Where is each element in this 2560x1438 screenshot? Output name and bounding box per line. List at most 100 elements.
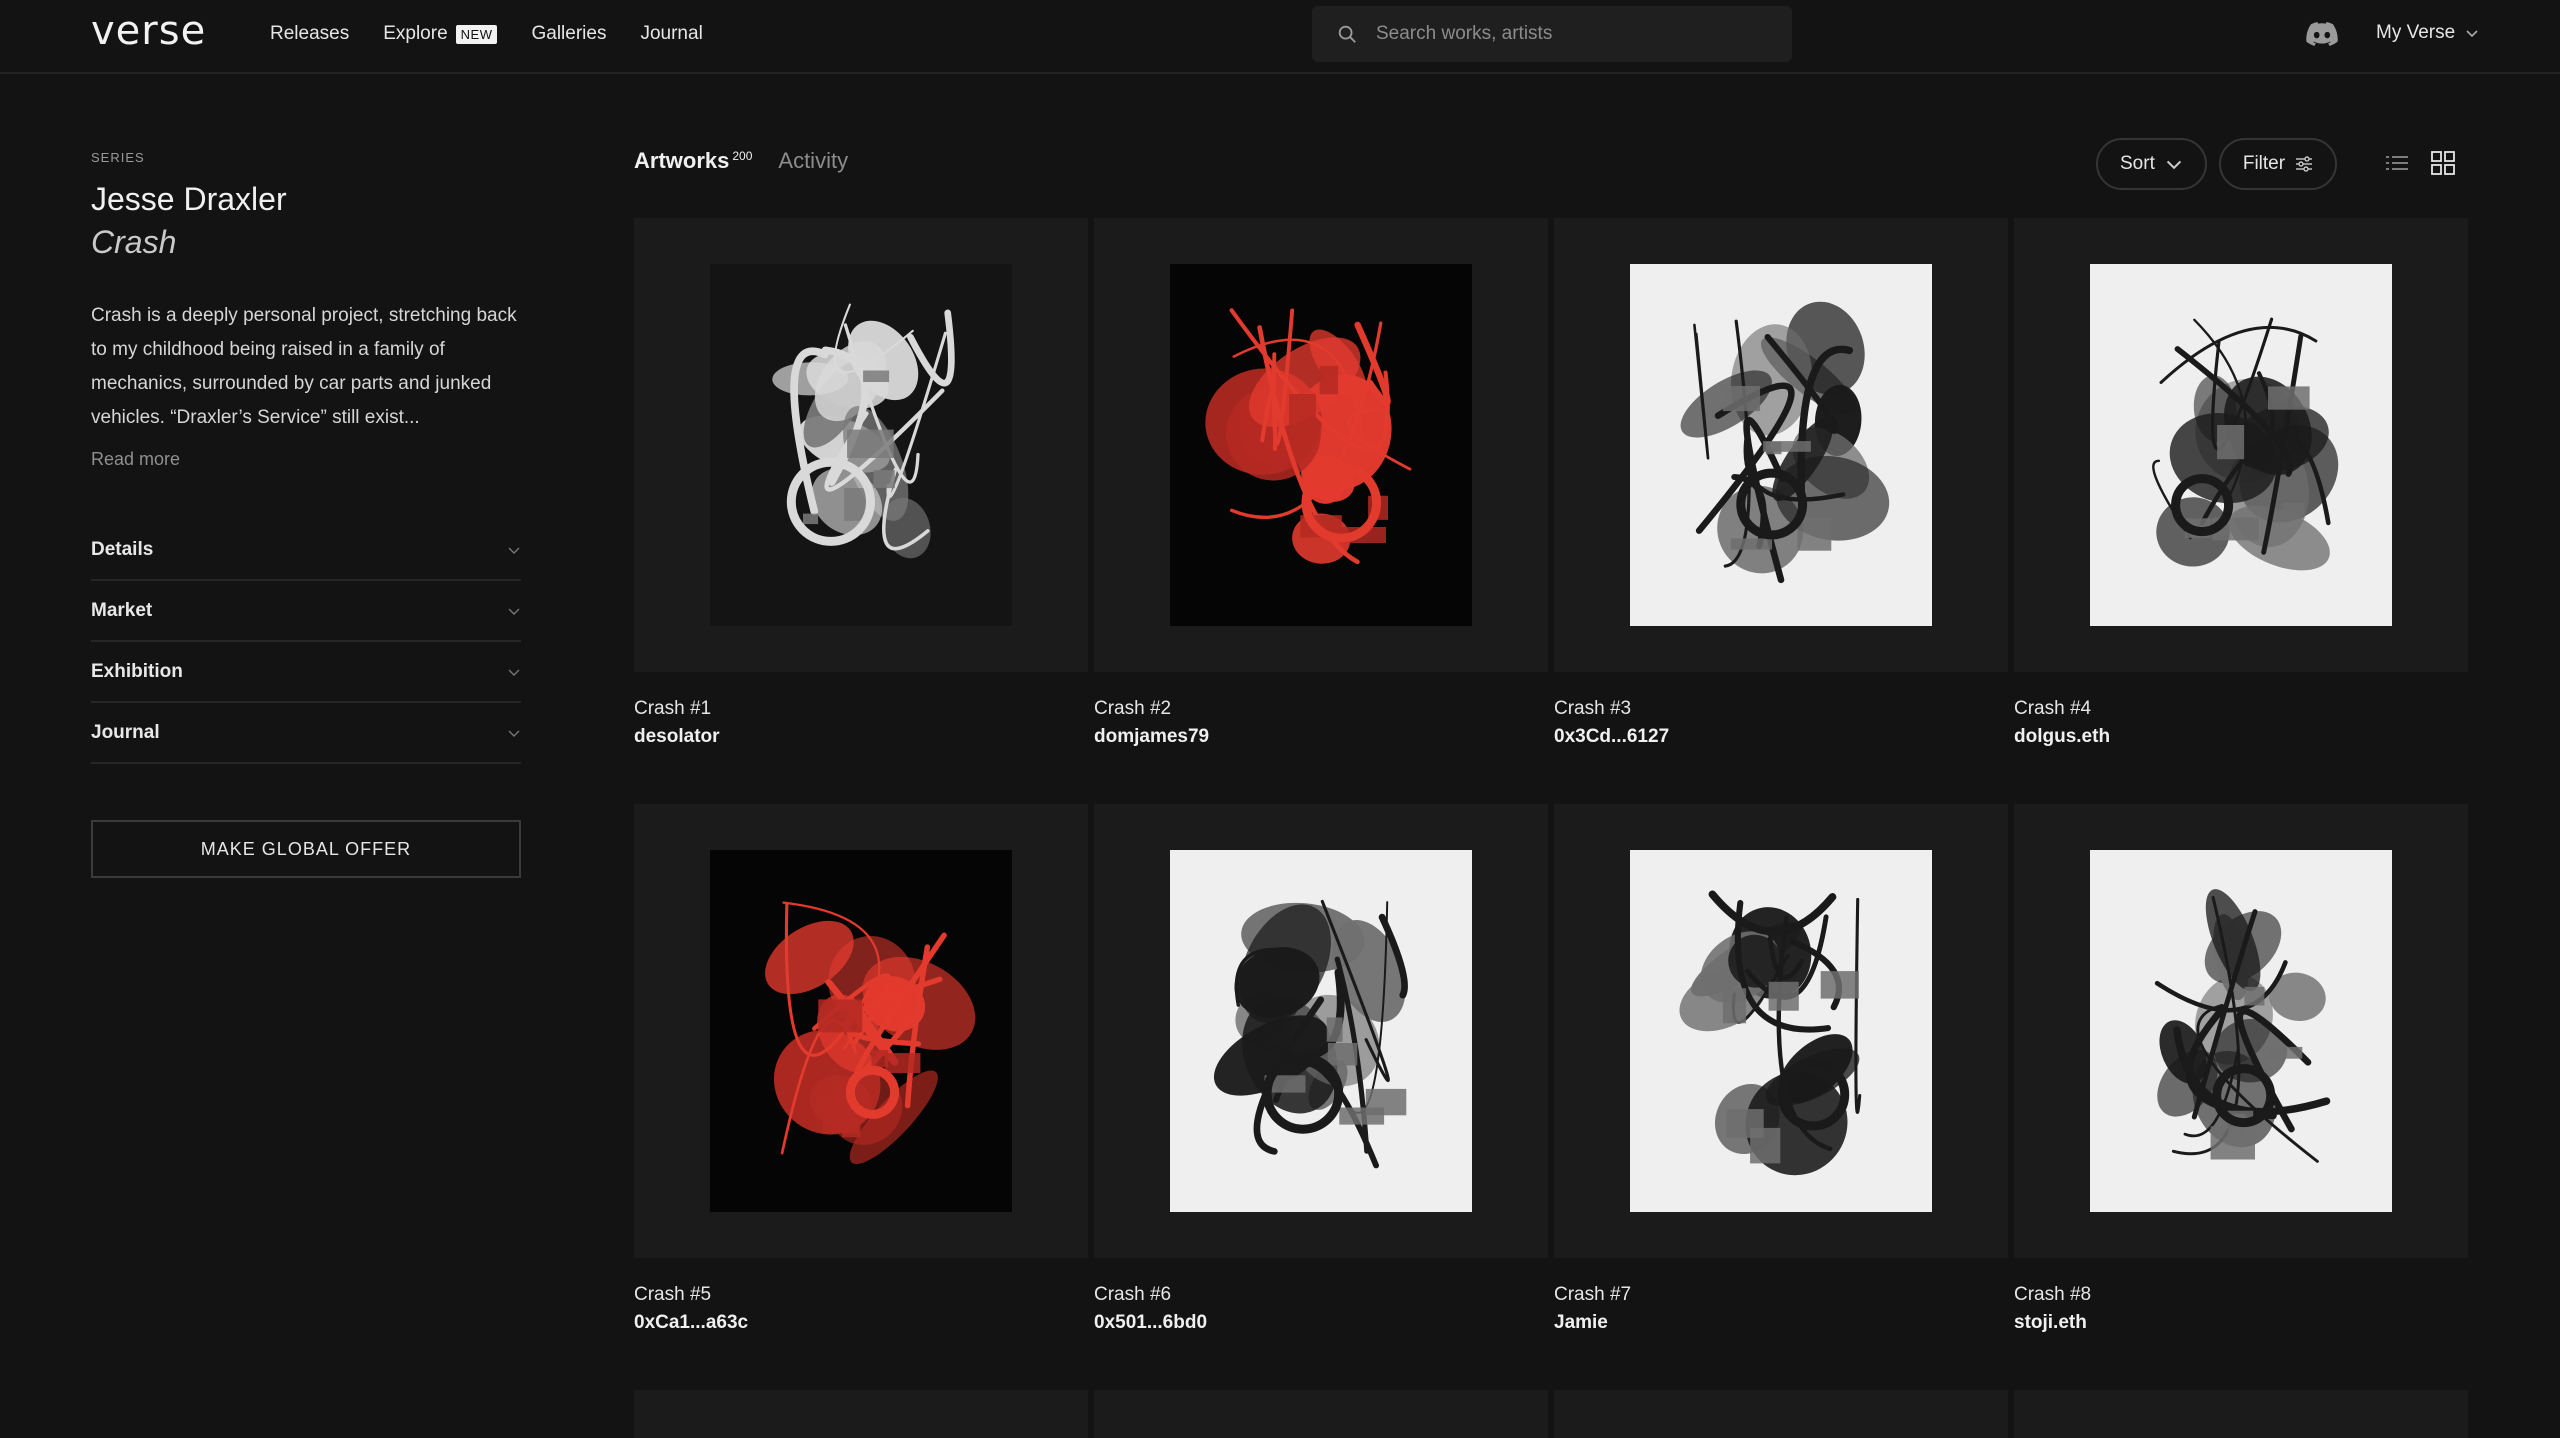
grid-view-icon[interactable] xyxy=(2430,150,2456,176)
new-badge: NEW xyxy=(455,24,498,44)
artwork-title[interactable]: Crash #4 xyxy=(2014,698,2468,720)
artwork-card[interactable]: Crash #3 0x3Cd...6127 xyxy=(1554,218,2008,804)
artwork-owner[interactable]: dolgus.eth xyxy=(2014,726,2468,748)
artwork-thumbnail[interactable] xyxy=(2014,804,2468,1258)
collage-artwork xyxy=(1630,850,1932,1212)
artwork-card[interactable]: Crash #1 desolator xyxy=(634,218,1088,804)
artwork-owner[interactable]: stoji.eth xyxy=(2014,1312,2468,1334)
artwork-image xyxy=(1630,850,1932,1212)
account-label: My Verse xyxy=(2376,22,2456,43)
artwork-card[interactable]: Crash #4 dolgus.eth xyxy=(2014,218,2468,804)
artwork-thumbnail[interactable] xyxy=(1094,218,1548,672)
artwork-owner[interactable]: Jamie xyxy=(1554,1312,2008,1334)
nav-galleries[interactable]: Galleries xyxy=(531,23,606,45)
view-toggle xyxy=(2384,150,2456,176)
artwork-title[interactable]: Crash #7 xyxy=(1554,1284,2008,1306)
artwork-owner[interactable]: 0xCa1...a63c xyxy=(634,1312,1088,1334)
artwork-thumbnail-partial[interactable] xyxy=(1554,1390,2008,1438)
artwork-title[interactable]: Crash #8 xyxy=(2014,1284,2468,1306)
artwork-thumbnail[interactable] xyxy=(634,218,1088,672)
artwork-thumbnail[interactable] xyxy=(1554,804,2008,1258)
series-description: Crash is a deeply personal project, stre… xyxy=(91,305,517,428)
artwork-thumbnail[interactable] xyxy=(1094,804,1548,1258)
search-bar[interactable] xyxy=(1312,6,1792,62)
artwork-owner[interactable]: 0x3Cd...6127 xyxy=(1554,726,2008,748)
artwork-title[interactable]: Crash #1 xyxy=(634,698,1088,720)
sort-button[interactable]: Sort xyxy=(2096,138,2207,190)
make-global-offer-button[interactable]: MAKE GLOBAL OFFER xyxy=(91,820,521,878)
filter-label: Filter xyxy=(2242,153,2286,174)
collage-artwork xyxy=(2090,850,2392,1212)
artwork-thumbnail[interactable] xyxy=(2014,218,2468,672)
series-label: SERIES xyxy=(91,150,145,165)
tab-activity-label: Activity xyxy=(778,148,849,173)
artwork-owner[interactable]: desolator xyxy=(634,726,1088,748)
series-sidebar: SERIES Jesse Draxler Crash Crash is a de… xyxy=(91,150,521,878)
discord-icon[interactable] xyxy=(2306,20,2338,48)
sliders-icon xyxy=(2296,156,2313,172)
accordion-exhibition-label: Exhibition xyxy=(91,660,183,682)
artwork-card[interactable]: Crash #8 stoji.eth xyxy=(2014,804,2468,1390)
account-menu[interactable]: My Verse xyxy=(2376,22,2479,44)
nav-explore-label: Explore xyxy=(383,23,448,44)
artwork-grid: Crash #1 desolator Crash #2 domjames79 C… xyxy=(634,218,2468,1390)
chevron-down-icon xyxy=(508,730,520,737)
next-row-partial xyxy=(634,1390,2468,1438)
collage-artwork xyxy=(2090,264,2392,626)
artwork-title[interactable]: Crash #2 xyxy=(1094,698,1548,720)
tab-activity[interactable]: Activity xyxy=(778,148,848,174)
artwork-card[interactable]: Crash #5 0xCa1...a63c xyxy=(634,804,1088,1390)
chevron-down-icon xyxy=(508,547,520,554)
search-input[interactable] xyxy=(1376,23,1776,45)
chevron-down-icon xyxy=(508,608,520,615)
accordion-journal-label: Journal xyxy=(91,721,160,743)
accordion-journal[interactable]: Journal xyxy=(91,703,521,764)
artwork-owner[interactable]: domjames79 xyxy=(1094,726,1548,748)
chevron-down-icon xyxy=(2166,160,2182,170)
list-view-icon[interactable] xyxy=(2384,150,2410,176)
artwork-thumbnail[interactable] xyxy=(1554,218,2008,672)
accordion-exhibition[interactable]: Exhibition xyxy=(91,642,521,703)
chevron-down-icon xyxy=(2466,30,2478,38)
content-tabs: Artworks 200 Activity xyxy=(634,148,848,174)
series-title: Crash xyxy=(91,224,177,260)
artwork-card[interactable]: Crash #2 domjames79 xyxy=(1094,218,1548,804)
accordion-details-label: Details xyxy=(91,538,154,560)
info-accordion: Details Market Exhibition Journal xyxy=(91,520,521,764)
artwork-owner[interactable]: 0x501...6bd0 xyxy=(1094,1312,1548,1334)
collage-artwork xyxy=(1630,264,1932,626)
collage-artwork xyxy=(1170,850,1472,1212)
chevron-down-icon xyxy=(508,669,520,676)
artwork-card[interactable]: Crash #6 0x501...6bd0 xyxy=(1094,804,1548,1390)
artwork-image xyxy=(1170,850,1472,1212)
artwork-thumbnail-partial[interactable] xyxy=(634,1390,1088,1438)
artist-name[interactable]: Jesse Draxler xyxy=(91,181,521,218)
nav-galleries-label: Galleries xyxy=(531,23,607,44)
artwork-image xyxy=(1170,264,1472,626)
artwork-title[interactable]: Crash #6 xyxy=(1094,1284,1548,1306)
tab-artworks[interactable]: Artworks 200 xyxy=(634,148,752,174)
artwork-image xyxy=(2090,264,2392,626)
collage-artwork xyxy=(710,850,1012,1212)
artwork-image xyxy=(710,264,1012,626)
accordion-details[interactable]: Details xyxy=(91,520,521,581)
artwork-title[interactable]: Crash #3 xyxy=(1554,698,2008,720)
nav-journal-label: Journal xyxy=(640,23,703,44)
artwork-thumbnail[interactable] xyxy=(634,804,1088,1258)
artwork-thumbnail-partial[interactable] xyxy=(1094,1390,1548,1438)
toolbar: Sort Filter xyxy=(2096,138,2338,190)
read-more-link[interactable]: Read more xyxy=(91,449,180,470)
nav-releases[interactable]: Releases xyxy=(270,23,349,45)
artwork-card[interactable]: Crash #7 Jamie xyxy=(1554,804,2008,1390)
collage-artwork xyxy=(1170,264,1472,626)
verse-logo[interactable]: verse xyxy=(91,8,206,54)
nav-releases-label: Releases xyxy=(270,23,350,44)
accordion-market[interactable]: Market xyxy=(91,581,521,642)
nav-explore[interactable]: Explore NEW xyxy=(383,23,498,45)
artworks-count: 200 xyxy=(732,148,753,163)
artwork-image xyxy=(710,850,1012,1212)
artwork-thumbnail-partial[interactable] xyxy=(2014,1390,2468,1438)
filter-button[interactable]: Filter xyxy=(2218,138,2338,190)
nav-journal[interactable]: Journal xyxy=(640,23,702,45)
artwork-title[interactable]: Crash #5 xyxy=(634,1284,1088,1306)
